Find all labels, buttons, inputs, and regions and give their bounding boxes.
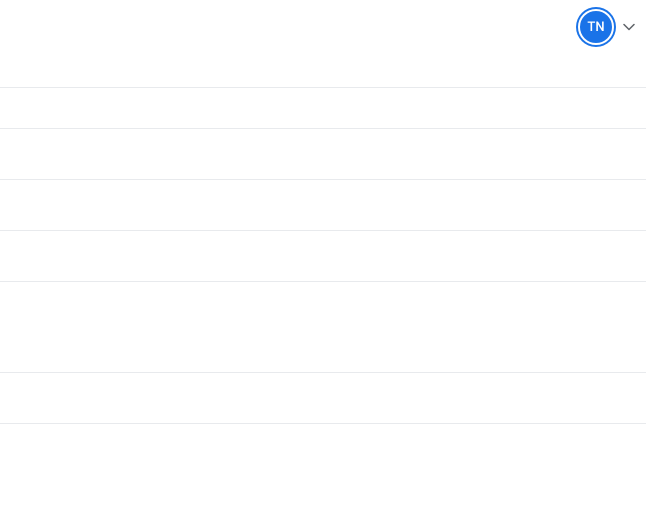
- list-item[interactable]: [0, 180, 646, 231]
- list-item[interactable]: [0, 282, 646, 373]
- avatar-initials: TN: [587, 20, 604, 35]
- list-item[interactable]: [0, 373, 646, 424]
- account-dropdown-toggle[interactable]: [622, 20, 636, 34]
- content-list: [0, 87, 646, 424]
- user-avatar[interactable]: TN: [578, 9, 614, 45]
- list-item[interactable]: [0, 88, 646, 129]
- list-item[interactable]: [0, 231, 646, 282]
- header: TN: [578, 0, 646, 54]
- chevron-down-icon: [623, 23, 635, 31]
- list-item[interactable]: [0, 129, 646, 180]
